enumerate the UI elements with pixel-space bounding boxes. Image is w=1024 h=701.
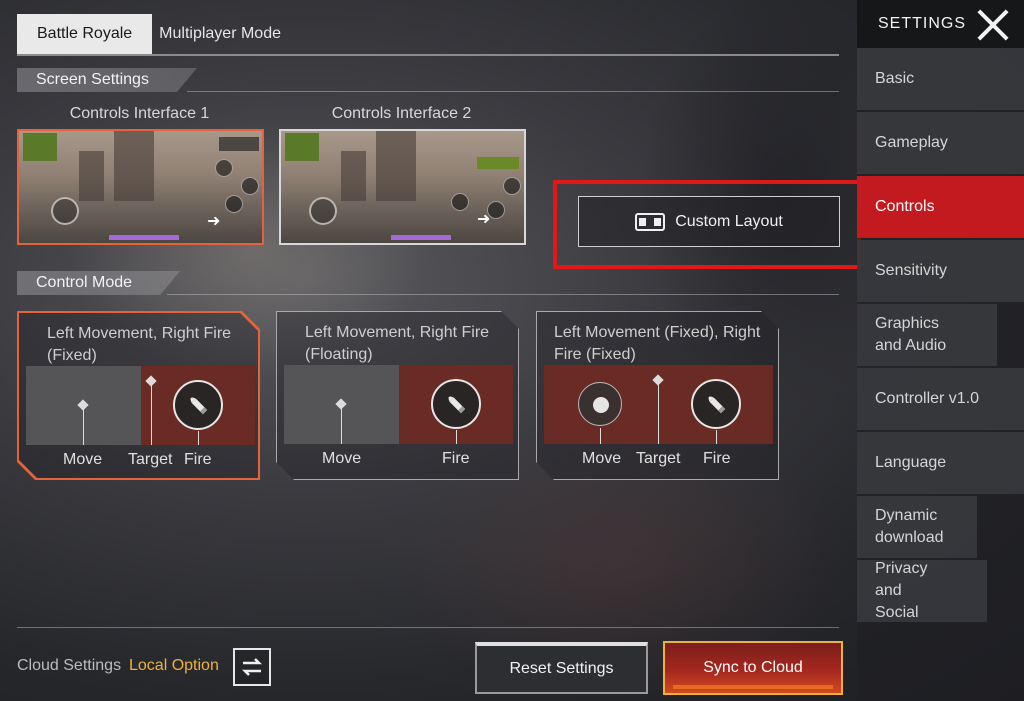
sync-to-cloud-label: Sync to Cloud: [703, 659, 803, 676]
fire-label: Fire: [703, 450, 731, 467]
reset-settings-button[interactable]: Reset Settings: [475, 642, 648, 694]
move-label: Move: [322, 450, 362, 467]
move-label: Move: [63, 451, 103, 468]
divider: [187, 91, 839, 92]
swap-arrows-icon: [241, 658, 263, 676]
sidebar-item-dynamic-download[interactable]: Dynamic download: [857, 496, 977, 558]
control-mode-floating-title: Left Movement, Right Fire (Floating): [305, 324, 490, 363]
control-mode-fixed-fixed-title: Left Movement (Fixed), Right Fire (Fixed…: [554, 324, 761, 363]
controls-interface-2[interactable]: Controls Interface 2 ➜: [279, 105, 526, 245]
target-label: Target: [636, 450, 681, 467]
controls-interface-2-label: Controls Interface 2: [331, 105, 472, 122]
bullet-icon: [173, 380, 223, 430]
fire-label: Fire: [184, 451, 212, 468]
controls-interface-1[interactable]: Controls Interface 1 ➜: [17, 105, 264, 245]
control-mode-fixed-title: Left Movement, Right Fire (Fixed): [47, 325, 232, 364]
close-icon[interactable]: [976, 7, 1010, 41]
tab-multiplayer-mode[interactable]: Multiplayer Mode: [152, 14, 301, 54]
target-label: Target: [128, 451, 173, 468]
bottom-divider: [17, 627, 839, 628]
tab-battle-royale[interactable]: Battle Royale: [17, 14, 153, 54]
control-mode-header: Control Mode: [17, 271, 839, 295]
controls-interface-1-thumbnail[interactable]: ➜: [17, 129, 264, 245]
settings-title: SETTINGS: [877, 15, 966, 32]
custom-layout-button[interactable]: Custom Layout: [578, 196, 840, 247]
control-mode-floating[interactable]: Left Movement, Right Fire (Floating) Mov…: [276, 311, 519, 480]
sidebar-item-language[interactable]: Language: [857, 432, 1024, 494]
custom-layout-label: Custom Layout: [675, 212, 783, 230]
gamepad-layout-icon: [635, 212, 666, 231]
sidebar-item-controller[interactable]: Controller v1.0: [857, 368, 1024, 430]
sidebar-item-sensitivity[interactable]: Sensitivity: [857, 240, 1024, 302]
controls-interface-1-label: Controls Interface 1: [69, 105, 210, 122]
screen-settings-header: Screen Settings: [17, 68, 839, 92]
divider: [167, 294, 839, 295]
sidebar-item-gameplay[interactable]: Gameplay: [857, 112, 1024, 174]
screen-settings-title: Screen Settings: [17, 68, 197, 92]
swap-storage-button[interactable]: [233, 648, 271, 686]
selected-corner-icon: [238, 313, 258, 333]
cloud-settings-label: Cloud Settings: [17, 657, 122, 674]
sidebar-item-basic[interactable]: Basic: [857, 48, 1024, 110]
local-option-label: Local Option: [129, 657, 219, 674]
settings-header: SETTINGS: [857, 0, 1024, 48]
control-mode-fixed[interactable]: Left Movement, Right Fire (Fixed) Move T…: [17, 311, 260, 480]
controls-interface-2-thumbnail[interactable]: ➜: [279, 129, 526, 245]
sidebar-item-graphics-audio[interactable]: Graphics and Audio: [857, 304, 997, 366]
sync-to-cloud-button[interactable]: Sync to Cloud: [663, 641, 843, 695]
mode-tabs: Battle Royale Multiplayer Mode: [17, 14, 839, 56]
control-mode-title: Control Mode: [17, 271, 180, 295]
bullet-icon: [431, 379, 481, 429]
settings-sidebar: SETTINGS Basic Gameplay Controls Sensiti…: [857, 0, 1024, 701]
sidebar-item-privacy-social[interactable]: Privacy and Social: [857, 560, 987, 622]
selected-corner-icon: [19, 458, 39, 478]
sidebar-item-controls[interactable]: Controls: [857, 176, 1024, 238]
bullet-icon: [691, 379, 741, 429]
control-mode-fixed-fixed[interactable]: Left Movement (Fixed), Right Fire (Fixed…: [536, 311, 779, 480]
move-label: Move: [582, 450, 622, 467]
fire-label: Fire: [442, 450, 470, 467]
joystick-icon: [578, 382, 622, 426]
